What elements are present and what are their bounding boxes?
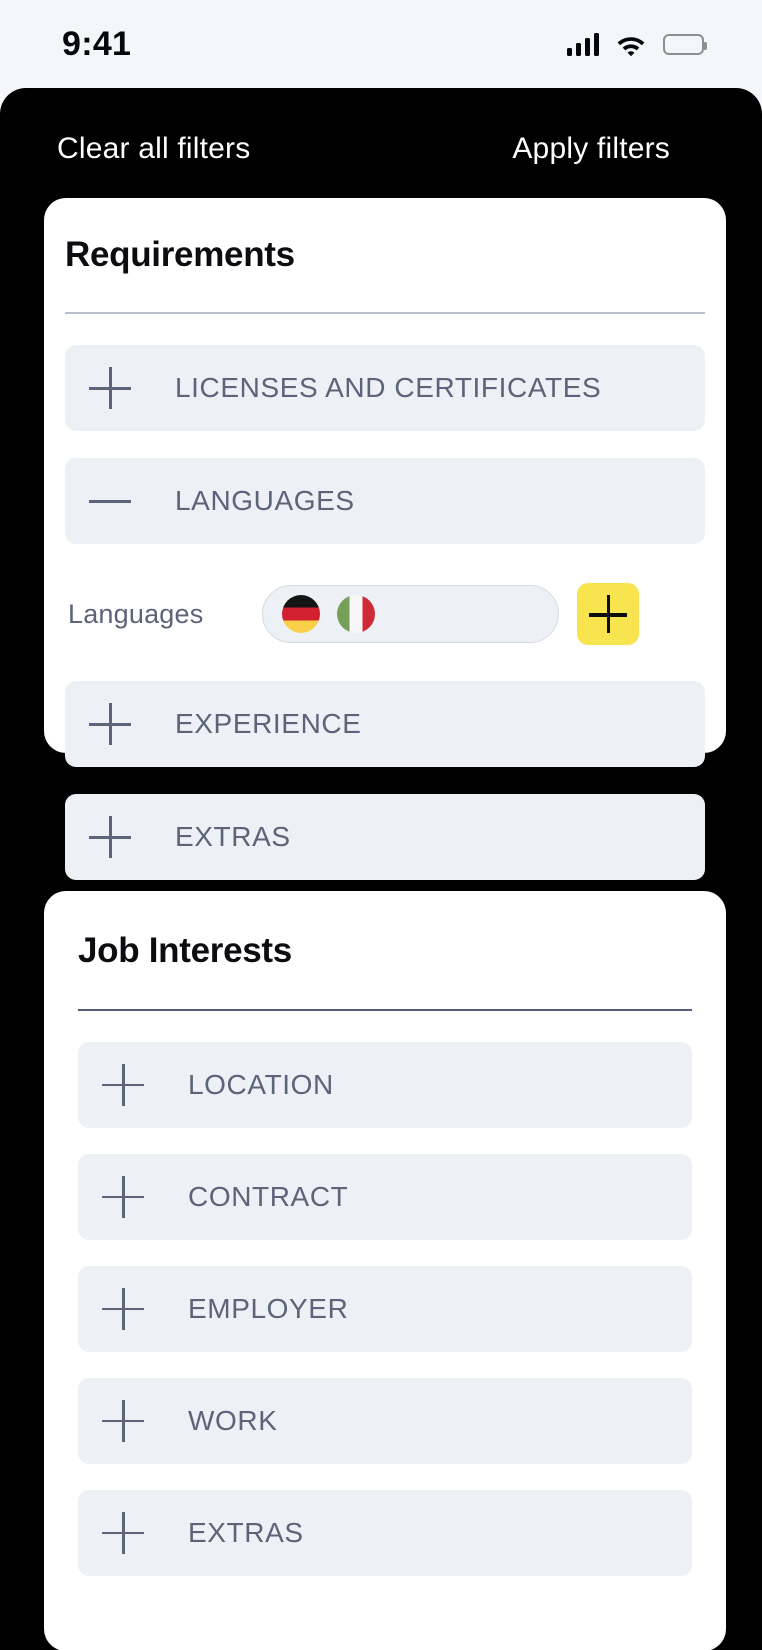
- status-bar: 9:41: [0, 0, 762, 88]
- accordion-row-work[interactable]: WORK: [78, 1377, 692, 1464]
- accordion-row-label: EXPERIENCE: [175, 708, 362, 739]
- accordion-row-location[interactable]: LOCATION: [78, 1041, 692, 1128]
- requirements-card: Requirements LICENSES AND CERTIFICATES L…: [44, 198, 726, 880]
- accordion-row-experience[interactable]: EXPERIENCE: [65, 681, 705, 767]
- plus-icon: [102, 1511, 144, 1554]
- plus-icon: [89, 703, 131, 745]
- languages-field-label: Languages: [68, 598, 204, 629]
- filter-action-bar: Clear all filters Apply filters: [0, 88, 762, 210]
- apply-filters-button[interactable]: Apply filters: [512, 132, 670, 166]
- add-language-button[interactable]: [577, 583, 640, 645]
- accordion-row-extras[interactable]: EXTRAS: [65, 794, 705, 880]
- accordion-row-label: LOCATION: [188, 1068, 334, 1100]
- accordion-row-label: EXTRAS: [175, 821, 291, 852]
- german-flag-icon[interactable]: [282, 595, 321, 633]
- job-interests-card-title: Job Interests: [78, 931, 292, 970]
- wifi-icon: [616, 33, 646, 56]
- languages-field-row: Languages: [65, 571, 705, 657]
- status-time: 9:41: [62, 24, 132, 63]
- accordion-row-label: EMPLOYER: [188, 1292, 349, 1324]
- status-icons: [566, 32, 707, 56]
- plus-icon: [102, 1175, 144, 1218]
- clear-all-filters-button[interactable]: Clear all filters: [57, 132, 250, 166]
- requirements-row-list: LICENSES AND CERTIFICATES LANGUAGES Lang…: [65, 314, 705, 880]
- italian-flag-icon[interactable]: [337, 595, 376, 633]
- accordion-row-label: LANGUAGES: [175, 485, 355, 516]
- phone-screen: 9:41 Clear all filters Apply filters Req…: [0, 0, 762, 1650]
- requirements-card-title: Requirements: [65, 235, 295, 274]
- accordion-row-label: CONTRACT: [188, 1180, 349, 1212]
- accordion-row-label: WORK: [188, 1404, 278, 1436]
- plus-icon: [102, 1063, 144, 1106]
- plus-icon: [102, 1399, 144, 1442]
- battery-full-icon: [663, 33, 707, 55]
- accordion-row-contract[interactable]: CONTRACT: [78, 1153, 692, 1240]
- accordion-row-label: EXTRAS: [188, 1516, 304, 1548]
- accordion-row-employer[interactable]: EMPLOYER: [78, 1265, 692, 1352]
- filters-panel: Clear all filters Apply filters Requirem…: [0, 88, 762, 1650]
- languages-input[interactable]: [262, 585, 560, 643]
- plus-icon: [89, 367, 131, 409]
- cellular-signal-icon: [566, 32, 599, 56]
- accordion-row-extras[interactable]: EXTRAS: [78, 1489, 692, 1576]
- plus-icon: [589, 595, 628, 633]
- accordion-row-languages[interactable]: LANGUAGES: [65, 458, 705, 544]
- plus-icon: [89, 816, 131, 858]
- plus-icon: [102, 1287, 144, 1330]
- job-interests-row-list: LOCATION CONTRACT EMPLOYER WORK EXTRAS: [78, 1011, 692, 1576]
- minus-icon: [89, 480, 131, 522]
- accordion-row-licenses-and-certificates[interactable]: LICENSES AND CERTIFICATES: [65, 345, 705, 431]
- accordion-row-label: LICENSES AND CERTIFICATES: [175, 372, 602, 403]
- job-interests-card: Job Interests LOCATION CONTRACT EMPLOYER: [44, 891, 726, 1650]
